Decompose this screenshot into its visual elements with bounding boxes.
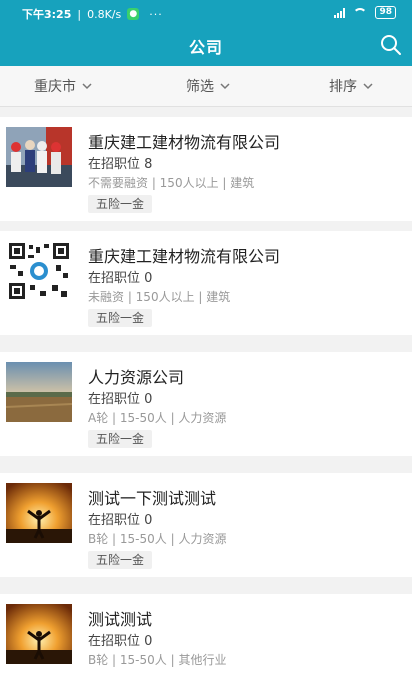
open-positions: 在招职位 0	[88, 392, 153, 407]
company-meta: 不需要融资 | 150人以上 | 建筑	[88, 176, 255, 190]
more-notifications-icon: ···	[149, 7, 163, 21]
filter-city-label: 重庆市	[34, 79, 76, 95]
benefit-tag: 五险一金	[88, 430, 153, 448]
company-logo	[6, 483, 72, 543]
filter-city[interactable]: 重庆市	[34, 66, 92, 106]
company-name: 测试一下测试测试	[88, 489, 217, 508]
company-meta: A轮 | 15-50人 | 人力资源	[88, 411, 227, 425]
company-logo	[6, 362, 72, 422]
open-positions: 在招职位 8	[88, 157, 153, 172]
wifi-icon	[353, 7, 368, 18]
company-name: 重庆建工建材物流有限公司	[88, 133, 281, 152]
company-card[interactable]: 测试测试 在招职位 0 B轮 | 15-50人 | 其他行业	[0, 594, 412, 698]
company-card[interactable]: 人力资源公司 在招职位 0 A轮 | 15-50人 | 人力资源 五险一金	[0, 352, 412, 456]
company-meta: B轮 | 15-50人 | 其他行业	[88, 653, 227, 667]
company-logo	[6, 604, 72, 664]
search-icon[interactable]	[380, 34, 402, 56]
status-separator: |	[77, 7, 82, 21]
status-bar: 下午3:25 | 0.8K/s ● ··· 98	[0, 0, 412, 26]
app-header: 下午3:25 | 0.8K/s ● ··· 98 公司	[0, 0, 412, 66]
filter-sort-label: 排序	[329, 79, 357, 95]
open-positions: 在招职位 0	[88, 634, 153, 649]
filter-sort[interactable]: 排序	[329, 66, 373, 106]
chevron-down-icon	[363, 83, 373, 90]
benefit-tag: 五险一金	[88, 309, 153, 327]
qr-code-icon	[6, 241, 72, 301]
company-card[interactable]: 重庆建工建材物流有限公司 在招职位 0 未融资 | 150人以上 | 建筑 五险…	[0, 231, 412, 335]
open-positions: 在招职位 0	[88, 271, 153, 286]
filter-screen-label: 筛选	[186, 79, 214, 95]
status-time: 下午3:25	[22, 8, 72, 21]
network-speed: 0.8K/s	[87, 7, 122, 21]
open-positions: 在招职位 0	[88, 513, 153, 528]
page-title: 公司	[188, 38, 223, 57]
filter-screen[interactable]: 筛选	[186, 66, 230, 106]
chevron-down-icon	[220, 83, 230, 90]
company-name: 重庆建工建材物流有限公司	[88, 247, 281, 266]
company-card[interactable]: 测试一下测试测试 在招职位 0 B轮 | 15-50人 | 人力资源 五险一金	[0, 473, 412, 577]
company-meta: B轮 | 15-50人 | 人力资源	[88, 532, 227, 546]
chevron-down-icon	[82, 83, 92, 90]
company-name: 人力资源公司	[88, 368, 185, 387]
recording-icon: ●	[127, 8, 140, 20]
battery-level: 98	[379, 7, 392, 17]
company-logo	[6, 127, 72, 187]
benefit-tag: 五险一金	[88, 551, 153, 569]
company-meta: 未融资 | 150人以上 | 建筑	[88, 290, 231, 304]
company-name: 测试测试	[88, 610, 153, 629]
filter-bar: 重庆市 筛选 排序	[0, 66, 412, 107]
company-card[interactable]: 重庆建工建材物流有限公司 在招职位 8 不需要融资 | 150人以上 | 建筑 …	[0, 117, 412, 221]
benefit-tag: 五险一金	[88, 195, 153, 213]
battery-icon: 98	[375, 6, 396, 19]
signal-icon	[334, 7, 346, 18]
